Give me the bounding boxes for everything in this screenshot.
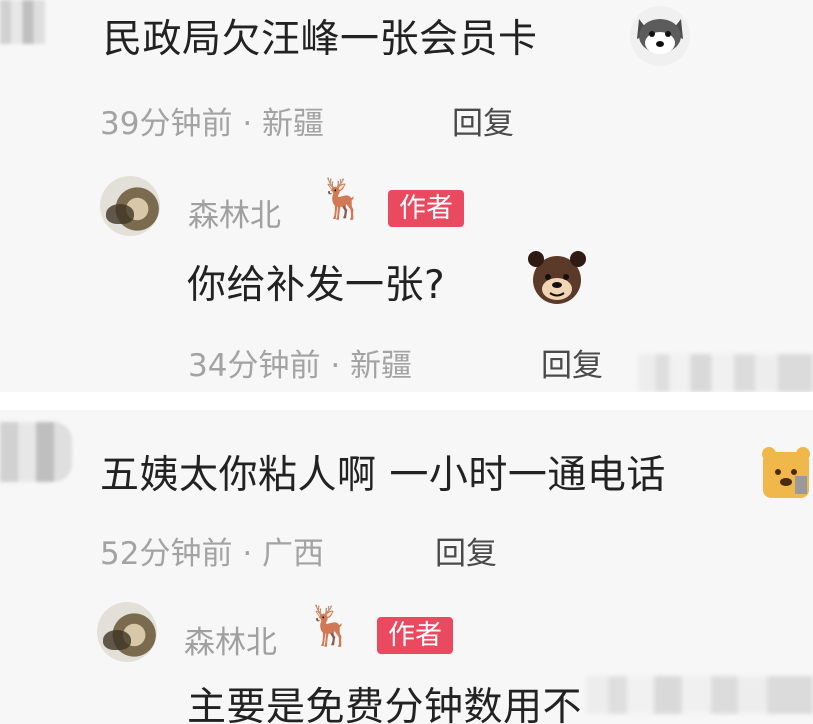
author-reply-location: 新疆 xyxy=(350,348,413,384)
deer-icon: 🦌 xyxy=(306,604,355,649)
comment-meta: 39分钟前 · 新疆 xyxy=(100,98,324,143)
meta-separator: · xyxy=(242,106,253,142)
author-reply-text: 主要是免费分钟数用不 xyxy=(187,685,583,724)
comment-time: 39分钟前 xyxy=(100,106,233,142)
bear-sticker-icon xyxy=(762,447,810,498)
author-username[interactable]: 森林北 xyxy=(188,190,281,235)
dog-sticker-icon xyxy=(528,251,586,304)
comment-meta: 52分钟前 · 广西 xyxy=(100,528,324,573)
commenter-avatar[interactable] xyxy=(0,0,45,44)
author-badge: 作者 xyxy=(388,190,464,227)
comment-panel-1: 民政局欠汪峰一张会员卡 39分钟前 · 新疆 回复 森林北 🦌 作者 你给补发一… xyxy=(0,0,813,392)
author-badge: 作者 xyxy=(377,617,453,654)
deer-icon: 🦌 xyxy=(318,177,367,222)
author-avatar[interactable] xyxy=(100,176,160,236)
blurred-region xyxy=(638,354,813,392)
meta-separator: · xyxy=(242,536,253,572)
author-reply-meta: 34分钟前 · 新疆 xyxy=(188,340,412,385)
author-reply-button[interactable]: 回复 xyxy=(541,340,603,385)
comment-text: 民政局欠汪峰一张会员卡 xyxy=(103,17,538,62)
author-reply-time: 34分钟前 xyxy=(188,348,321,384)
reply-button[interactable]: 回复 xyxy=(452,98,514,143)
comment-time: 52分钟前 xyxy=(100,536,233,572)
husky-sticker-icon xyxy=(630,6,690,66)
commenter-avatar[interactable] xyxy=(0,422,72,482)
comment-panel-2: 五姨太你粘人啊 一小时一通电话 52分钟前 · 广西 回复 森林北 🦌 作者 主… xyxy=(0,410,813,724)
author-username[interactable]: 森林北 xyxy=(184,617,277,662)
comment-location: 新疆 xyxy=(262,106,325,142)
reply-button[interactable]: 回复 xyxy=(435,528,497,573)
comment-text: 五姨太你粘人啊 一小时一通电话 xyxy=(100,453,666,498)
author-reply-text: 你给补发一张? xyxy=(187,263,446,308)
comment-location: 广西 xyxy=(262,536,325,572)
author-avatar[interactable] xyxy=(97,602,157,662)
meta-separator: · xyxy=(330,348,341,384)
blurred-region xyxy=(586,676,813,714)
